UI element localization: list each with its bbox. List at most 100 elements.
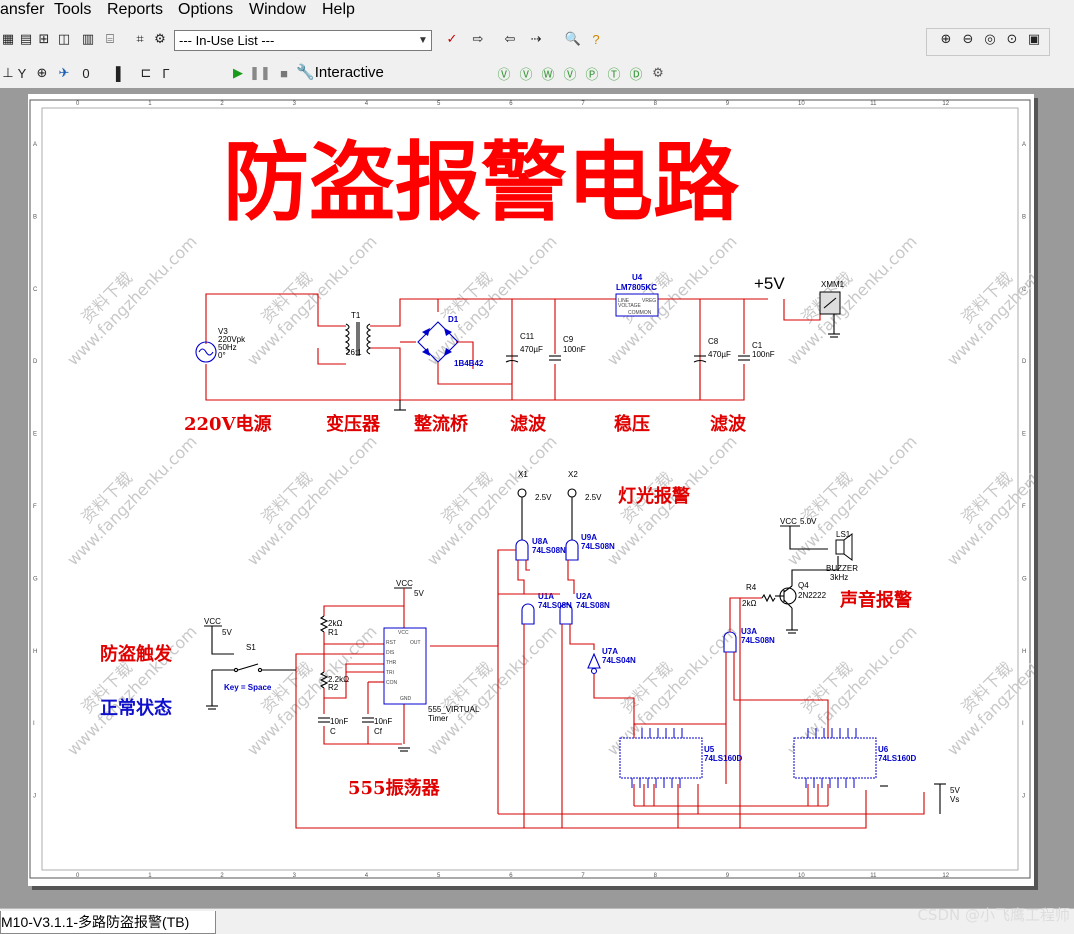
d1-part: 1B4B42 — [454, 359, 484, 368]
mode-label[interactable]: 🔧Interactive — [296, 63, 384, 81]
probe-t-icon[interactable]: Ⓣ — [606, 65, 622, 82]
watermark-url: www.fangzhenku.com — [63, 622, 200, 759]
svg-text:U6: U6 — [878, 745, 889, 754]
pause-icon[interactable]: ❚❚ — [249, 65, 271, 81]
design-tab[interactable]: M10-V3.1.1-多路防盗报警(TB) — [0, 911, 216, 934]
menu-tools[interactable]: Tools — [54, 1, 91, 19]
component-wizard-icon[interactable]: ⌗ — [132, 31, 148, 47]
plus5v-label: +5V — [754, 274, 785, 293]
svg-text:GND: GND — [400, 696, 412, 702]
probe-vi-icon[interactable]: Ⓥ — [518, 65, 534, 82]
svg-text:74LS08N: 74LS08N — [741, 636, 775, 645]
probe-p-icon[interactable]: Ⓟ — [584, 65, 600, 82]
resistor-r1[interactable] — [319, 615, 329, 633]
zoom-out-icon[interactable]: ⊖ — [960, 31, 976, 47]
probe-settings-icon[interactable]: ⚙ — [650, 65, 666, 81]
hierarchy-icon[interactable]: ⊕ — [34, 65, 50, 81]
database-manager-icon[interactable]: ⚙ — [152, 31, 168, 47]
help-icon[interactable]: ? — [588, 31, 604, 47]
fullscreen-icon[interactable]: ▣ — [1026, 31, 1042, 47]
netlist-icon[interactable]: ⊏ — [138, 65, 154, 81]
zoom-area-icon[interactable]: ◎ — [982, 31, 998, 47]
probe-icon[interactable]: ✓ — [444, 31, 460, 47]
menu-options[interactable]: Options — [178, 1, 233, 19]
and-gate-u8a[interactable] — [515, 539, 529, 561]
connector-icon[interactable]: 0 — [78, 65, 94, 81]
counter-u6[interactable] — [793, 737, 877, 779]
spreadsheet-icon[interactable]: ⊞ — [36, 31, 52, 47]
label-normal: 正常状态 — [100, 697, 172, 719]
switch-s1[interactable] — [237, 663, 259, 671]
ruler-row-label: J — [1022, 794, 1025, 800]
counter-u5[interactable] — [619, 737, 703, 779]
menu-window[interactable]: Window — [249, 1, 306, 19]
ruler-row-label: E — [1022, 432, 1026, 438]
svg-text:LS1: LS1 — [836, 530, 851, 539]
svg-text:BUZZER: BUZZER — [826, 564, 858, 573]
svg-text:X1: X1 — [518, 470, 528, 479]
ruler-row-label: B — [1022, 214, 1026, 220]
junction-icon[interactable]: Y — [14, 65, 30, 81]
run-icon[interactable]: ▶ — [230, 65, 246, 81]
lamp-x1[interactable] — [517, 488, 527, 498]
c1-value: 100nF — [752, 350, 775, 359]
ruler-row-label: I — [33, 721, 35, 727]
svg-text:74LS08N: 74LS08N — [532, 546, 566, 555]
ruler-col-label: 4 — [365, 101, 369, 107]
probe-digital-icon[interactable]: Ⓓ — [628, 65, 644, 82]
chevron-down-icon[interactable]: ▼ — [415, 31, 431, 50]
ruler-row-label: G — [1022, 576, 1027, 582]
svg-text:2kΩ: 2kΩ — [328, 619, 342, 628]
svg-text:VCC: VCC — [780, 517, 797, 526]
page-icon[interactable]: ▐ — [108, 65, 124, 81]
svg-text:U2A: U2A — [576, 592, 592, 601]
zoom-fit-icon[interactable]: ⊙ — [1004, 31, 1020, 47]
lamp-x2[interactable] — [567, 488, 577, 498]
probe-w-icon[interactable]: Ⓦ — [540, 65, 556, 82]
table-view-icon[interactable]: ▤ — [18, 31, 34, 47]
watermark-stamp: 资料下载www.fangzhenku.com — [243, 432, 380, 569]
forward-annotate-icon[interactable]: ⇨ — [470, 31, 486, 47]
watermark-stamp: 资料下载www.fangzhenku.com — [603, 622, 740, 759]
svg-text:74LS160D: 74LS160D — [878, 754, 916, 763]
bus-icon[interactable]: ✈ — [56, 65, 72, 81]
find-icon[interactable]: 🔍 — [565, 31, 581, 47]
schematic-title: 防盗报警电路 — [223, 133, 740, 233]
capacitor-c1[interactable] — [738, 355, 750, 361]
database-icon[interactable]: ⌸ — [102, 31, 118, 47]
stop-icon[interactable]: ■ — [276, 65, 292, 81]
label-bridge: 整流桥 — [413, 413, 469, 435]
buzzer-ls1[interactable] — [835, 539, 845, 555]
t1-ratio: 26:1 — [346, 348, 362, 357]
c8-value: 470µF — [708, 350, 731, 359]
zoom-in-icon[interactable]: ⊕ — [938, 31, 954, 47]
step-icon[interactable]: Γ — [158, 65, 174, 81]
svg-text:2.5V: 2.5V — [535, 493, 552, 502]
probe-v-icon[interactable]: Ⓥ — [496, 65, 512, 82]
menu-help[interactable]: Help — [322, 1, 355, 19]
label-power: 220V电源 — [184, 413, 272, 435]
menu-reports[interactable]: Reports — [107, 1, 163, 19]
svg-text:5V: 5V — [222, 628, 232, 637]
back-annotate-icon[interactable]: ⇦ — [502, 31, 518, 47]
transfer-icon[interactable]: ⇢ — [528, 31, 544, 47]
inverter-u7a[interactable] — [587, 652, 601, 669]
schematic-sheet[interactable]: .w { stroke:#d40000; stroke-width:1.1; f… — [28, 94, 1034, 886]
svg-text:2.5V: 2.5V — [585, 493, 602, 502]
capacitor-c9[interactable] — [549, 355, 561, 361]
and-gate-u9a[interactable] — [565, 539, 579, 561]
svg-text:R2: R2 — [328, 683, 339, 692]
resistor-r4[interactable] — [761, 593, 776, 603]
ruler-row-label: D — [1022, 359, 1027, 365]
menu-transfer[interactable]: ansfer — [0, 1, 44, 19]
watermark-url: www.fangzhenku.com — [63, 432, 200, 569]
svg-text:VCC: VCC — [398, 630, 409, 636]
grapher-icon[interactable]: ◫ — [56, 31, 72, 47]
in-use-list-select[interactable]: --- In-Use List --- ▼ — [174, 30, 432, 51]
and-gate-u1a[interactable] — [521, 603, 535, 625]
postprocessor-icon[interactable]: ▥ — [80, 31, 96, 47]
grid-view-icon[interactable]: ▦ — [0, 31, 16, 47]
probe-diff-icon[interactable]: Ⓥ — [562, 65, 578, 82]
ruler-row-label: H — [33, 649, 37, 655]
ruler-row-label: D — [33, 359, 38, 365]
